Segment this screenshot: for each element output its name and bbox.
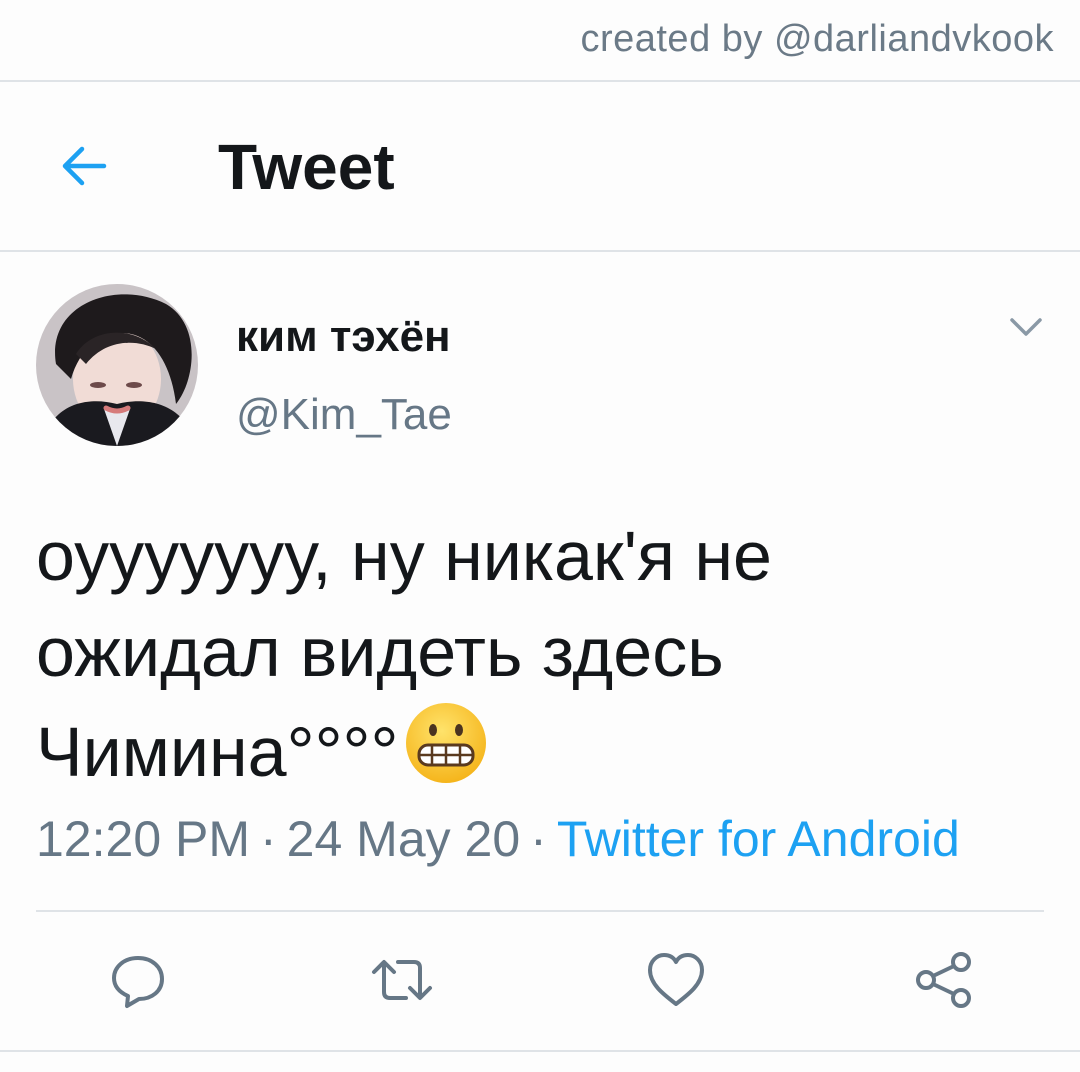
tweet-meta: 12:20 PM · 24 May 20 · Twitter for Android — [36, 810, 960, 868]
display-name[interactable]: ким тэхён — [236, 312, 451, 362]
top-app-bar: Tweet — [0, 82, 1080, 252]
arrow-left-icon — [62, 146, 107, 186]
tweet-screen: created by @darliandvkook Tweet ким тэхё… — [0, 0, 1080, 1072]
page-title: Tweet — [218, 131, 395, 203]
reply-icon — [112, 956, 164, 1008]
profile-photo — [36, 284, 198, 446]
avatar[interactable] — [36, 284, 198, 446]
tweet-text-line: оууууууу, ну никак'я не — [36, 517, 772, 595]
credit-watermark: created by @darliandvkook — [580, 18, 1054, 60]
tweet-time: 12:20 PM — [36, 811, 251, 867]
divider — [36, 910, 1044, 912]
like-button[interactable] — [644, 948, 708, 1012]
grimacing-face-emoji-icon — [405, 703, 486, 783]
divider — [0, 1050, 1080, 1052]
tweet-text: оууууууу, ну никак'я не ожидал видеть зд… — [36, 508, 1046, 800]
tweet-text-line: Чимина°°°° — [36, 713, 399, 791]
tweet-text-line: ожидал видеть здесь — [36, 613, 724, 691]
tweet-source-link[interactable]: Twitter for Android — [557, 811, 960, 867]
back-button[interactable] — [52, 134, 116, 198]
retweet-icon — [372, 960, 432, 1000]
meta-separator: · — [260, 811, 277, 867]
tweet-date: 24 May 20 — [286, 811, 521, 867]
chevron-down-icon — [1010, 318, 1042, 336]
share-button[interactable] — [912, 948, 976, 1012]
heart-icon — [648, 953, 704, 1006]
share-icon — [916, 952, 971, 1008]
reply-button[interactable] — [106, 948, 170, 1012]
meta-separator: · — [530, 811, 547, 867]
credit-bar: created by @darliandvkook — [0, 0, 1080, 82]
user-handle[interactable]: @Kim_Tae — [236, 390, 452, 440]
retweet-button[interactable] — [370, 948, 434, 1012]
tweet-options-button[interactable] — [1006, 310, 1046, 346]
tweet-text-last-line: Чимина°°°° — [36, 700, 1046, 800]
